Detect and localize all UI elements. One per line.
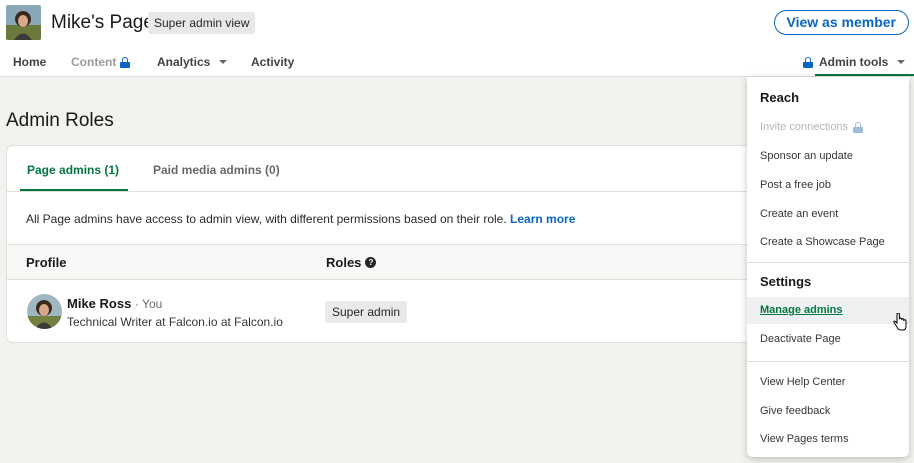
nav-activity[interactable]: Activity xyxy=(251,55,294,69)
role-badge: Super admin xyxy=(325,301,408,323)
view-badge: Super admin view xyxy=(148,12,256,34)
page-header: Mike's Page Super admin view View as mem… xyxy=(0,0,914,77)
nav-admin-tools[interactable]: Admin tools xyxy=(803,50,914,76)
tab-page-admins-label: Page admins (1) xyxy=(27,163,120,177)
menu-item-create-event[interactable]: Create an event xyxy=(760,208,838,220)
you-indicator: · You xyxy=(134,297,163,311)
menu-item-manage-admins[interactable]: Manage admins xyxy=(760,304,843,316)
info-text: All Page admins have access to admin vie… xyxy=(26,212,575,226)
lock-icon xyxy=(120,56,131,68)
nav-home[interactable]: Home xyxy=(13,55,46,69)
nav-activity-label: Activity xyxy=(251,55,295,69)
tab-page-admins[interactable]: Page admins (1) xyxy=(20,146,128,191)
tab-paid-media-admins[interactable]: Paid media admins (0) xyxy=(153,146,280,191)
nav-content-label: Content xyxy=(71,55,117,69)
page-nav: Home Content Analytics Activity Admin to… xyxy=(0,50,914,76)
menu-item-help-center[interactable]: View Help Center xyxy=(760,376,845,388)
admin-roles-card: Page admins (1) Paid media admins (0) Al… xyxy=(6,145,766,343)
lock-icon xyxy=(803,56,813,68)
hand-cursor-icon xyxy=(893,312,907,336)
view-as-member-button[interactable]: View as member xyxy=(773,10,909,35)
menu-divider xyxy=(747,262,909,263)
column-profile-label: Profile xyxy=(26,255,67,270)
page-title: Mike's Page xyxy=(51,12,154,33)
table-row: Mike Ross · You Technical Writer at Falc… xyxy=(7,280,765,342)
help-icon[interactable]: ? xyxy=(365,257,377,268)
learn-more-link[interactable]: Learn more xyxy=(510,212,575,226)
section-title: Admin Roles xyxy=(6,110,114,131)
chevron-down-icon xyxy=(219,60,228,64)
avatar[interactable] xyxy=(27,294,62,329)
info-text-body: All Page admins have access to admin vie… xyxy=(26,212,507,226)
table-header: Profile Roles ? xyxy=(7,244,765,280)
admin-tools-content: Admin tools xyxy=(803,55,906,69)
lock-icon xyxy=(853,121,864,133)
column-roles: Roles ? xyxy=(326,255,377,270)
column-profile: Profile xyxy=(26,255,66,270)
menu-item-sponsor-update[interactable]: Sponsor an update xyxy=(760,150,853,162)
admin-name-text: Mike Ross xyxy=(67,296,132,311)
admin-tools-dropdown: Reach Invite connections Sponsor an upda… xyxy=(747,77,909,457)
invite-connections-label: Invite connections xyxy=(760,121,849,133)
menu-item-deactivate-page[interactable]: Deactivate Page xyxy=(760,333,841,345)
menu-divider xyxy=(747,361,909,362)
menu-item-give-feedback[interactable]: Give feedback xyxy=(760,405,830,417)
admin-headline: Technical Writer at Falcon.io at Falcon.… xyxy=(67,315,283,329)
reach-heading: Reach xyxy=(760,90,800,105)
tab-paid-media-label: Paid media admins (0) xyxy=(153,163,280,177)
nav-admin-tools-label: Admin tools xyxy=(819,55,889,69)
nav-home-label: Home xyxy=(13,55,47,69)
column-roles-label: Roles xyxy=(326,255,362,270)
menu-item-create-showcase[interactable]: Create a Showcase Page xyxy=(760,236,885,248)
menu-item-post-job[interactable]: Post a free job xyxy=(760,179,831,191)
admin-name[interactable]: Mike Ross · You xyxy=(67,296,162,311)
menu-item-invite-connections[interactable]: Invite connections xyxy=(760,121,864,133)
nav-content[interactable]: Content xyxy=(71,55,131,69)
menu-item-pages-terms[interactable]: View Pages terms xyxy=(760,433,848,445)
nav-analytics-label: Analytics xyxy=(157,55,211,69)
nav-analytics[interactable]: Analytics xyxy=(157,55,228,69)
page-avatar[interactable] xyxy=(6,5,41,40)
chevron-down-icon xyxy=(897,60,906,64)
settings-heading: Settings xyxy=(760,274,812,289)
tab-bar: Page admins (1) Paid media admins (0) xyxy=(7,146,765,192)
